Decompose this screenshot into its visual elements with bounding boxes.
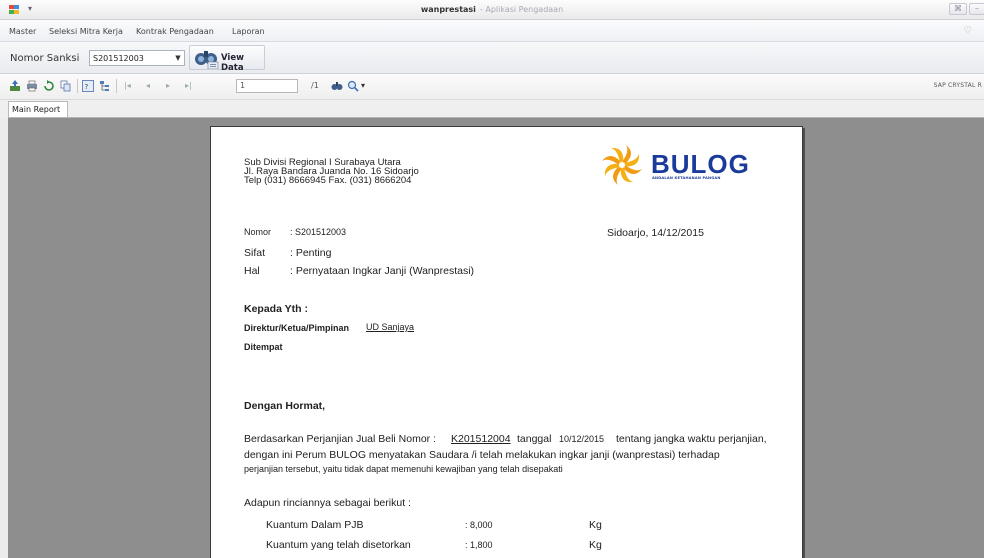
body-line-3: perjanjian tersebut, yaitu tidak dapat m… xyxy=(244,464,563,474)
bulog-logo: BULOG ANDALAN KETAHANAN PANGAN xyxy=(594,143,774,187)
bulog-sun-icon xyxy=(602,145,642,185)
contract-date: 10/12/2015 xyxy=(559,434,605,444)
prev-page-icon[interactable]: ◂ xyxy=(146,81,150,90)
nomor-label: Nomor xyxy=(244,227,272,237)
row-label: Kuantum yang telah disetorkan xyxy=(266,539,411,551)
rincian-intro: Adapun rinciannya sebagai berikut : xyxy=(244,497,411,509)
nomor-value: : S201512003 xyxy=(290,227,347,237)
sifat-value: : Penting xyxy=(290,247,332,259)
row-value: : 1,800 xyxy=(465,540,493,550)
ditempat-label: Ditempat xyxy=(244,342,283,352)
find-icon[interactable] xyxy=(331,80,343,92)
ribbon-collapse-icon[interactable]: ♡ xyxy=(964,26,972,36)
group-tree-icon[interactable] xyxy=(99,80,111,92)
kepada-label: Kepada Yth : xyxy=(244,303,308,315)
zoom-dropdown-icon[interactable]: ▾ xyxy=(361,81,365,90)
menu-laporan[interactable]: Laporan xyxy=(232,27,265,36)
tab-main-report[interactable]: Main Report xyxy=(8,101,68,118)
svg-text:?: ? xyxy=(85,83,89,91)
row-label: Kuantum Dalam PJB xyxy=(266,519,364,531)
title-bar: ▾ wanprestasi - Aplikasi Pengadaan ⌘ – xyxy=(0,0,984,20)
address-line: Telp (031) 8666945 Fax. (031) 8666204 xyxy=(244,175,412,186)
recipient-name: UD Sanjaya xyxy=(366,322,415,332)
toolbar-separator xyxy=(116,79,117,93)
page-number-input[interactable]: 1 xyxy=(236,79,298,93)
ribbon-toggle-button[interactable]: ⌘ xyxy=(949,3,967,15)
menu-bar: Master Seleksi Mitra Kerja Kontrak Penga… xyxy=(0,20,984,42)
filter-toolbar: Nomor Sanksi S201512003 ▼ View Data xyxy=(0,42,984,74)
direktur-label: Direktur/Ketua/Pimpinan xyxy=(244,323,350,333)
next-page-icon[interactable]: ▸ xyxy=(166,81,170,90)
copy-icon[interactable] xyxy=(60,80,72,92)
refresh-icon[interactable] xyxy=(43,80,55,92)
toolbar-separator xyxy=(77,79,78,93)
sifat-label: Sifat xyxy=(244,247,266,259)
hal-value: : Pernyataan Ingkar Janji (Wanprestasi) xyxy=(290,265,475,277)
body-line-2: dengan ini Perum BULOG menyatakan Saudar… xyxy=(244,449,720,461)
nomor-sanksi-label: Nomor Sanksi xyxy=(10,53,80,64)
nomor-sanksi-value: S201512003 xyxy=(93,54,144,63)
contract-number: K201512004 xyxy=(451,433,511,445)
minimize-button[interactable]: – xyxy=(969,3,984,15)
report-page: Sub Divisi Regional I Surabaya Utara Jl.… xyxy=(210,126,803,558)
report-toolbar: ? |◂ ◂ ▸ ▸| 1 /1 ▾ SAP CRYSTAL R xyxy=(0,74,984,100)
body-line-1b: tanggal xyxy=(517,433,552,445)
export-icon[interactable] xyxy=(9,80,21,92)
salutation: Dengan Hormat, xyxy=(244,400,326,412)
row-unit: Kg xyxy=(589,539,602,551)
letterhead-address: Sub Divisi Regional I Surabaya Utara Jl.… xyxy=(244,158,419,186)
window-title: wanprestasi - Aplikasi Pengadaan xyxy=(420,5,564,14)
menu-master[interactable]: Master xyxy=(9,27,36,36)
report-tab-strip: Main Report xyxy=(0,100,984,118)
row-unit: Kg xyxy=(589,519,602,531)
chevron-down-icon[interactable]: ▼ xyxy=(172,51,184,65)
binoculars-icon xyxy=(195,51,219,69)
page-total: /1 xyxy=(311,81,319,90)
hal-label: Hal xyxy=(244,265,260,277)
view-data-button[interactable]: View Data xyxy=(189,45,265,73)
logo-tagline: ANDALAN KETAHANAN PANGAN xyxy=(652,176,721,180)
menu-seleksi-mitra-kerja[interactable]: Seleksi Mitra Kerja xyxy=(49,27,123,36)
body-line-1a: Berdasarkan Perjanjian Jual Beli Nomor : xyxy=(244,433,437,445)
zoom-icon[interactable] xyxy=(347,80,359,92)
menu-kontrak-pengadaan[interactable]: Kontrak Pengadaan xyxy=(136,27,214,36)
last-page-icon[interactable]: ▸| xyxy=(185,81,192,90)
body-line-1c: tentang jangka waktu perjanjian, xyxy=(616,433,767,445)
nomor-sanksi-combo[interactable]: S201512003 ▼ xyxy=(89,50,185,66)
first-page-icon[interactable]: |◂ xyxy=(124,81,131,90)
report-viewer[interactable]: Sub Divisi Regional I Surabaya Utara Jl.… xyxy=(8,117,984,558)
view-data-label: View Data xyxy=(221,53,244,73)
place-date: Sidoarjo, 14/12/2015 xyxy=(607,227,704,239)
toggle-tree-icon[interactable]: ? xyxy=(82,80,94,92)
sap-crystal-brand: SAP CRYSTAL R xyxy=(933,82,982,89)
print-icon[interactable] xyxy=(26,80,38,92)
row-value: : 8,000 xyxy=(465,520,493,530)
